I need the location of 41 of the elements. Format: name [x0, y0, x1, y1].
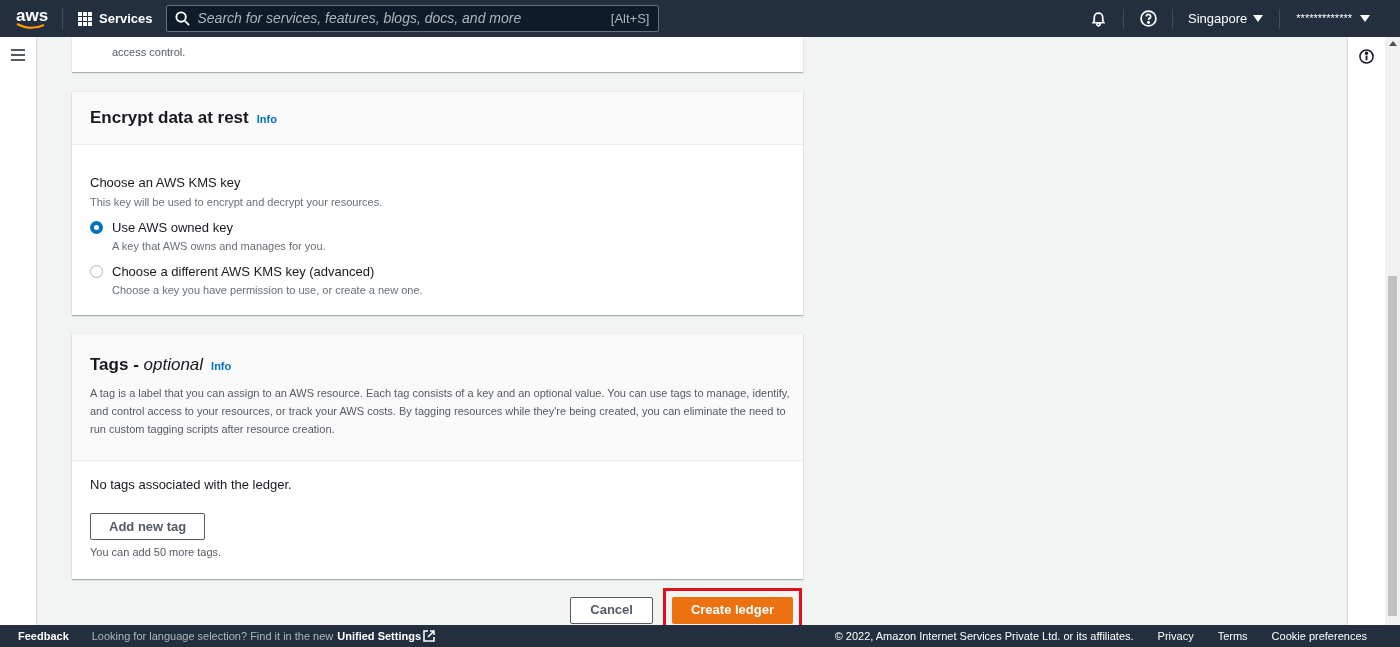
caret-icon — [1253, 15, 1264, 22]
empty-message: No tags associated with the ledger. — [90, 475, 293, 494]
grid-icon — [78, 11, 92, 26]
account-menu[interactable]: ************* — [1296, 10, 1370, 27]
tag-limit-hint: You can add 50 more tags. — [90, 545, 223, 560]
external-link-icon — [423, 630, 436, 642]
region-menu[interactable]: Singapore — [1188, 8, 1264, 29]
logo[interactable]: aws — [16, 7, 48, 30]
option-description: A key that AWS owns and manages for you. — [112, 238, 326, 254]
feedback-link[interactable]: Feedback — [18, 627, 69, 645]
field-label: Choose an AWS KMS key — [90, 174, 242, 192]
language-note: Looking for language selection? Find it in the new — [91, 628, 334, 644]
info-icon[interactable] — [1359, 49, 1374, 64]
section-title: Tags - optional — [90, 354, 204, 376]
search-icon — [174, 11, 190, 26]
copyright: © 2022, Amazon Internet Services Private Ltd. or its affiliates. — [834, 628, 1134, 644]
option-description: Choose a key you have permission to use, or create a new one. — [112, 282, 423, 298]
info-link[interactable]: Info — [211, 358, 232, 375]
services-menu[interactable]: Services — [78, 8, 153, 29]
info-link[interactable]: Info — [256, 111, 277, 128]
bell-icon[interactable] — [1090, 10, 1108, 27]
add-tag-button[interactable]: Add new tag — [90, 513, 206, 540]
footer-link[interactable]: Cookie preferences — [1271, 627, 1367, 645]
search-field[interactable]: Search for services, features, blogs, docs, and more [Alt+S] — [165, 5, 659, 32]
option-label: Use AWS owned key — [112, 219, 234, 237]
footer-link[interactable]: Terms — [1217, 627, 1248, 645]
field-description: This key will be used to encrypt and decrypt your resources. — [90, 194, 384, 210]
smile-icon — [16, 23, 46, 30]
unified-settings-link[interactable]: Unified Settings — [337, 627, 436, 645]
menu-icon[interactable] — [11, 49, 25, 61]
cancel-button[interactable]: Cancel — [570, 596, 653, 624]
footer-link[interactable]: Privacy — [1157, 627, 1194, 645]
radio-button[interactable] — [90, 265, 103, 278]
section-description: access control. — [112, 46, 186, 58]
section-description: A tag is a label that you can assign to an AWS resource. Each tag consists of a key and an optional value. You can use tags to manage, identify, and control access to your resources, or track your AWS costs. By tagging resources while they're being created, you can eliminate the need to run custom tagging scripts after resource creation. — [90, 385, 790, 437]
caret-icon — [1360, 15, 1370, 22]
option-label: Choose a different AWS KMS key (advanced) — [112, 263, 376, 281]
section-title: Encrypt data at rest — [90, 107, 249, 130]
radio-button[interactable] — [90, 221, 103, 234]
help-icon[interactable] — [1140, 10, 1158, 27]
shortcut-hint: [Alt+S] — [610, 9, 650, 28]
